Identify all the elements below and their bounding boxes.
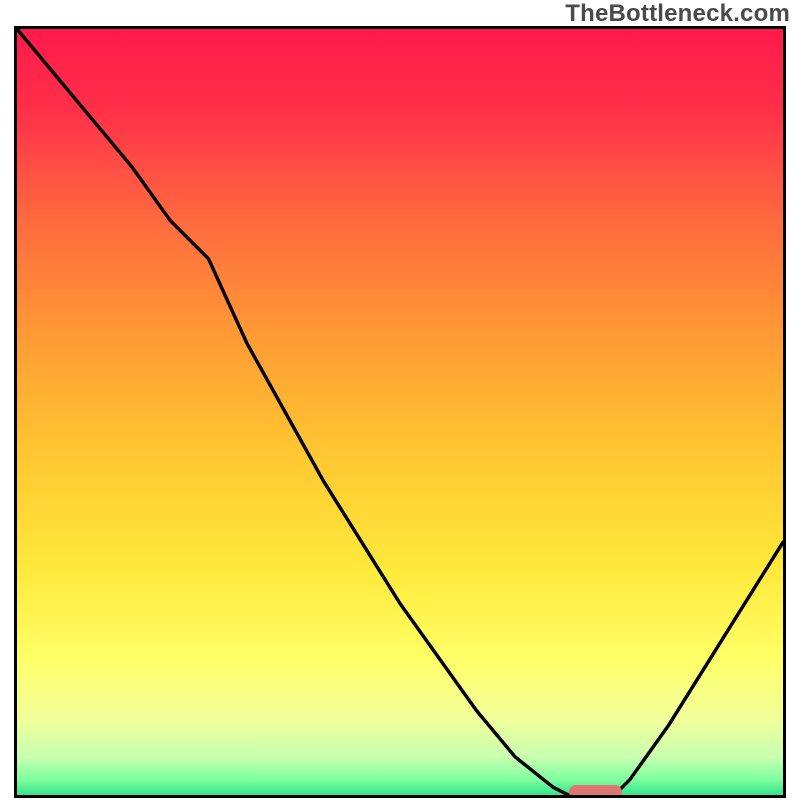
optimal-marker bbox=[569, 785, 623, 798]
watermark-text: TheBottleneck.com bbox=[565, 0, 790, 28]
bottleneck-curve bbox=[17, 29, 783, 795]
chart-plot-area bbox=[14, 26, 786, 798]
